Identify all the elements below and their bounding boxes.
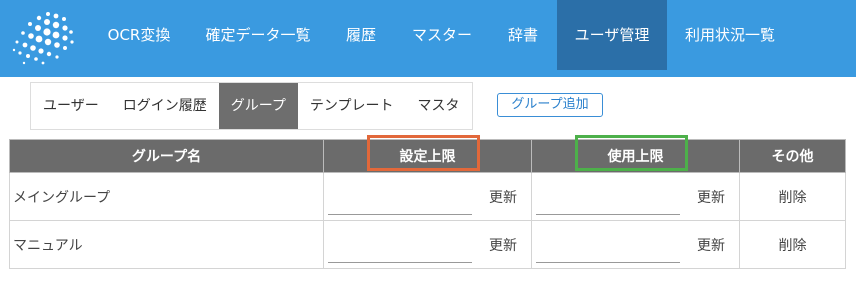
- nav-item-confirmed-data[interactable]: 確定データ一覧: [196, 0, 320, 70]
- nav-item-usage[interactable]: 利用状況一覧: [676, 0, 784, 70]
- dotted-sphere-logo-icon[interactable]: [8, 6, 78, 70]
- other-cell: 削除: [739, 220, 846, 269]
- limit-setting-input[interactable]: [328, 188, 472, 215]
- table-row: マニュアル 更新 更新 削除: [9, 220, 846, 269]
- tab-templates[interactable]: テンプレート: [298, 83, 406, 129]
- group-table: グループ名 設定上限 使用上限 その他 メイングループ 更新 更新 削除 マニュ…: [9, 139, 846, 269]
- group-name-cell: メイングループ: [9, 172, 324, 221]
- group-name-cell: マニュアル: [9, 220, 324, 269]
- header-limit-setting: 設定上限: [323, 139, 532, 173]
- limit-used-input[interactable]: [536, 236, 680, 263]
- delete-link[interactable]: 削除: [740, 235, 845, 255]
- limit-setting-input[interactable]: [328, 236, 472, 263]
- nav-item-ocr[interactable]: OCR変換: [94, 0, 184, 70]
- limit-used-input[interactable]: [536, 188, 680, 215]
- sub-tab-bar: ユーザー ログイン履歴 グループ テンプレート マスタ: [30, 82, 473, 130]
- other-cell: 削除: [739, 172, 846, 221]
- tab-master[interactable]: マスタ: [406, 83, 472, 129]
- limit-used-cell: 更新: [531, 172, 740, 221]
- limit-used-cell: 更新: [531, 220, 740, 269]
- table-header-row: グループ名 設定上限 使用上限 その他: [9, 139, 846, 173]
- update-setting-link[interactable]: 更新: [489, 187, 517, 207]
- header-limit-used: 使用上限: [531, 139, 740, 173]
- nav-item-history[interactable]: 履歴: [332, 0, 390, 70]
- update-setting-link[interactable]: 更新: [489, 235, 517, 255]
- add-group-button[interactable]: グループ追加: [497, 93, 603, 117]
- tab-groups[interactable]: グループ: [218, 83, 298, 129]
- nav-item-dictionary[interactable]: 辞書: [494, 0, 552, 70]
- nav-item-user-management[interactable]: ユーザ管理: [557, 0, 667, 70]
- update-used-link[interactable]: 更新: [697, 235, 725, 255]
- tab-login-history[interactable]: ログイン履歴: [111, 83, 219, 129]
- table-row: メイングループ 更新 更新 削除: [9, 172, 846, 221]
- delete-link[interactable]: 削除: [740, 187, 845, 207]
- limit-setting-cell: 更新: [323, 172, 532, 221]
- tab-users[interactable]: ユーザー: [31, 83, 111, 129]
- header-group-name: グループ名: [9, 139, 324, 173]
- update-used-link[interactable]: 更新: [697, 187, 725, 207]
- limit-setting-cell: 更新: [323, 220, 532, 269]
- top-nav-bar: OCR変換 確定データ一覧 履歴 マスター 辞書 ユーザ管理 利用状況一覧: [0, 0, 856, 77]
- nav-item-master[interactable]: マスター: [400, 0, 484, 70]
- header-other: その他: [739, 139, 846, 173]
